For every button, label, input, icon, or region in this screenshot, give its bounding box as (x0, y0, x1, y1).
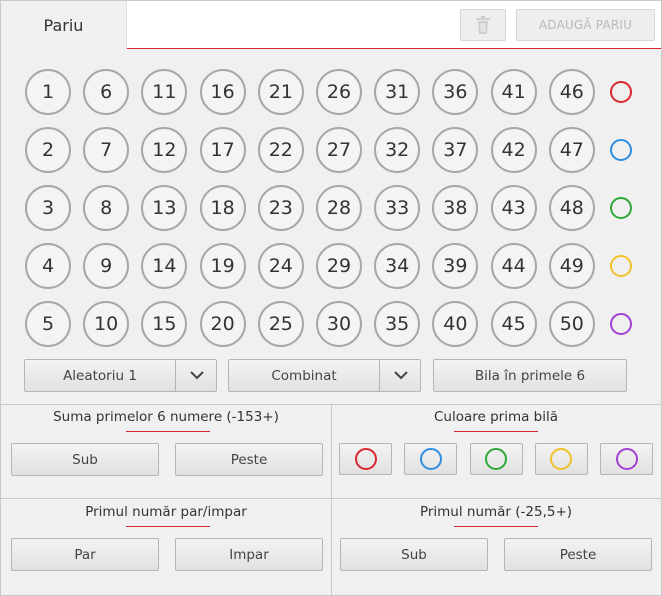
number-ball[interactable]: 25 (257, 301, 304, 347)
number-ball[interactable]: 30 (316, 301, 362, 347)
number-ball[interactable]: 3 (25, 185, 71, 231)
number-ball[interactable]: 41 (490, 69, 537, 115)
section-underline (454, 526, 538, 527)
number-ball[interactable]: 26 (316, 69, 362, 115)
combined-dropdown-label: Combinat (271, 367, 337, 384)
first-number-over-button[interactable]: Peste (504, 538, 652, 571)
number-ball[interactable]: 10 (83, 301, 130, 347)
row-color-yellow-icon[interactable] (610, 255, 632, 277)
random-dropdown-label: Aleatoriu 1 (63, 367, 137, 384)
number-ball[interactable]: 39 (432, 243, 479, 289)
delete-button[interactable] (460, 9, 506, 41)
number-ball[interactable]: 8 (83, 185, 130, 231)
section-title-first-number: Primul număr (-25,5+) (419, 504, 573, 520)
number-ball[interactable]: 21 (257, 69, 304, 115)
number-ball[interactable]: 37 (432, 127, 479, 173)
number-ball[interactable]: 45 (490, 301, 537, 347)
number-ball[interactable]: 1 (25, 69, 71, 115)
chevron-down-icon[interactable] (379, 360, 421, 391)
number-ball[interactable]: 33 (374, 185, 421, 231)
number-ball[interactable]: 47 (548, 127, 595, 173)
ball-in-first-six-button[interactable]: Bila în primele 6 (433, 359, 627, 392)
number-ball[interactable]: 17 (199, 127, 246, 173)
color-button-yellow[interactable] (534, 443, 588, 475)
number-ball[interactable]: 29 (316, 243, 362, 289)
section-title-color: Culoare prima bilă (433, 409, 559, 425)
circle-green-icon (485, 448, 508, 470)
number-ball[interactable]: 19 (199, 243, 246, 289)
number-ball[interactable]: 35 (374, 301, 421, 347)
even-button[interactable]: Par (11, 538, 159, 571)
number-ball[interactable]: 5 (25, 301, 71, 347)
number-ball[interactable]: 14 (141, 243, 188, 289)
number-ball[interactable]: 13 (141, 185, 188, 231)
number-ball[interactable]: 27 (316, 127, 362, 173)
number-ball[interactable]: 9 (83, 243, 130, 289)
number-ball[interactable]: 38 (432, 185, 479, 231)
number-ball[interactable]: 42 (490, 127, 537, 173)
section-underline (126, 526, 210, 527)
section-underline (454, 431, 538, 432)
row-color-blue-icon[interactable] (610, 139, 632, 161)
number-ball[interactable]: 50 (548, 301, 595, 347)
divider (331, 404, 332, 596)
number-ball[interactable]: 24 (257, 243, 304, 289)
number-ball[interactable]: 6 (83, 69, 130, 115)
number-ball[interactable]: 36 (432, 69, 479, 115)
header-underline (127, 48, 661, 49)
number-ball[interactable]: 43 (490, 185, 537, 231)
color-button-blue[interactable] (404, 443, 458, 475)
number-ball[interactable]: 22 (257, 127, 304, 173)
sum-under-button[interactable]: Sub (11, 443, 159, 476)
number-ball[interactable]: 7 (83, 127, 130, 173)
number-ball[interactable]: 2 (25, 127, 71, 173)
number-ball[interactable]: 20 (199, 301, 246, 347)
number-ball[interactable]: 34 (374, 243, 421, 289)
odd-button[interactable]: Impar (175, 538, 323, 571)
number-ball[interactable]: 15 (141, 301, 188, 347)
number-ball[interactable]: 18 (199, 185, 246, 231)
number-ball[interactable]: 31 (374, 69, 421, 115)
circle-purple-icon (615, 448, 638, 470)
section-title-parity: Primul număr par/impar (85, 504, 247, 520)
trash-icon (476, 16, 490, 34)
number-ball[interactable]: 46 (548, 69, 595, 115)
number-ball[interactable]: 48 (548, 185, 595, 231)
add-bet-button[interactable]: ADAUGĂ PARIU (516, 9, 655, 41)
number-ball[interactable]: 32 (374, 127, 421, 173)
color-button-red[interactable] (339, 443, 392, 475)
number-ball[interactable]: 40 (432, 301, 479, 347)
tab-pariu[interactable]: Pariu (1, 1, 127, 49)
random-dropdown[interactable]: Aleatoriu 1 (24, 359, 217, 392)
color-button-green[interactable] (469, 443, 523, 475)
section-underline (126, 431, 210, 432)
color-button-purple[interactable] (600, 443, 654, 475)
row-color-green-icon[interactable] (610, 197, 632, 219)
section-title-sum: Suma primelor 6 numere (-153+) (53, 409, 279, 425)
circle-red-icon (354, 448, 377, 470)
sum-over-button[interactable]: Peste (175, 443, 323, 476)
chevron-down-icon[interactable] (175, 360, 217, 391)
circle-yellow-icon (550, 448, 573, 470)
first-number-under-button[interactable]: Sub (340, 538, 488, 571)
circle-blue-icon (419, 448, 442, 470)
number-ball[interactable]: 23 (257, 185, 304, 231)
combined-dropdown[interactable]: Combinat (228, 359, 421, 392)
row-color-purple-icon[interactable] (610, 313, 632, 335)
bet-panel: Pariu ADAUGĂ PARIU 1 2 3 4 5 6 7 8 9 10 11 12 13 14 15… (0, 0, 662, 596)
header-bar: Pariu ADAUGĂ PARIU (1, 1, 661, 49)
number-ball[interactable]: 4 (25, 243, 71, 289)
number-ball[interactable]: 44 (490, 243, 537, 289)
number-ball[interactable]: 28 (316, 185, 362, 231)
number-ball[interactable]: 11 (141, 69, 188, 115)
number-ball[interactable]: 16 (199, 69, 246, 115)
number-ball[interactable]: 49 (548, 243, 595, 289)
number-ball[interactable]: 12 (141, 127, 188, 173)
row-color-red-icon[interactable] (610, 81, 632, 103)
